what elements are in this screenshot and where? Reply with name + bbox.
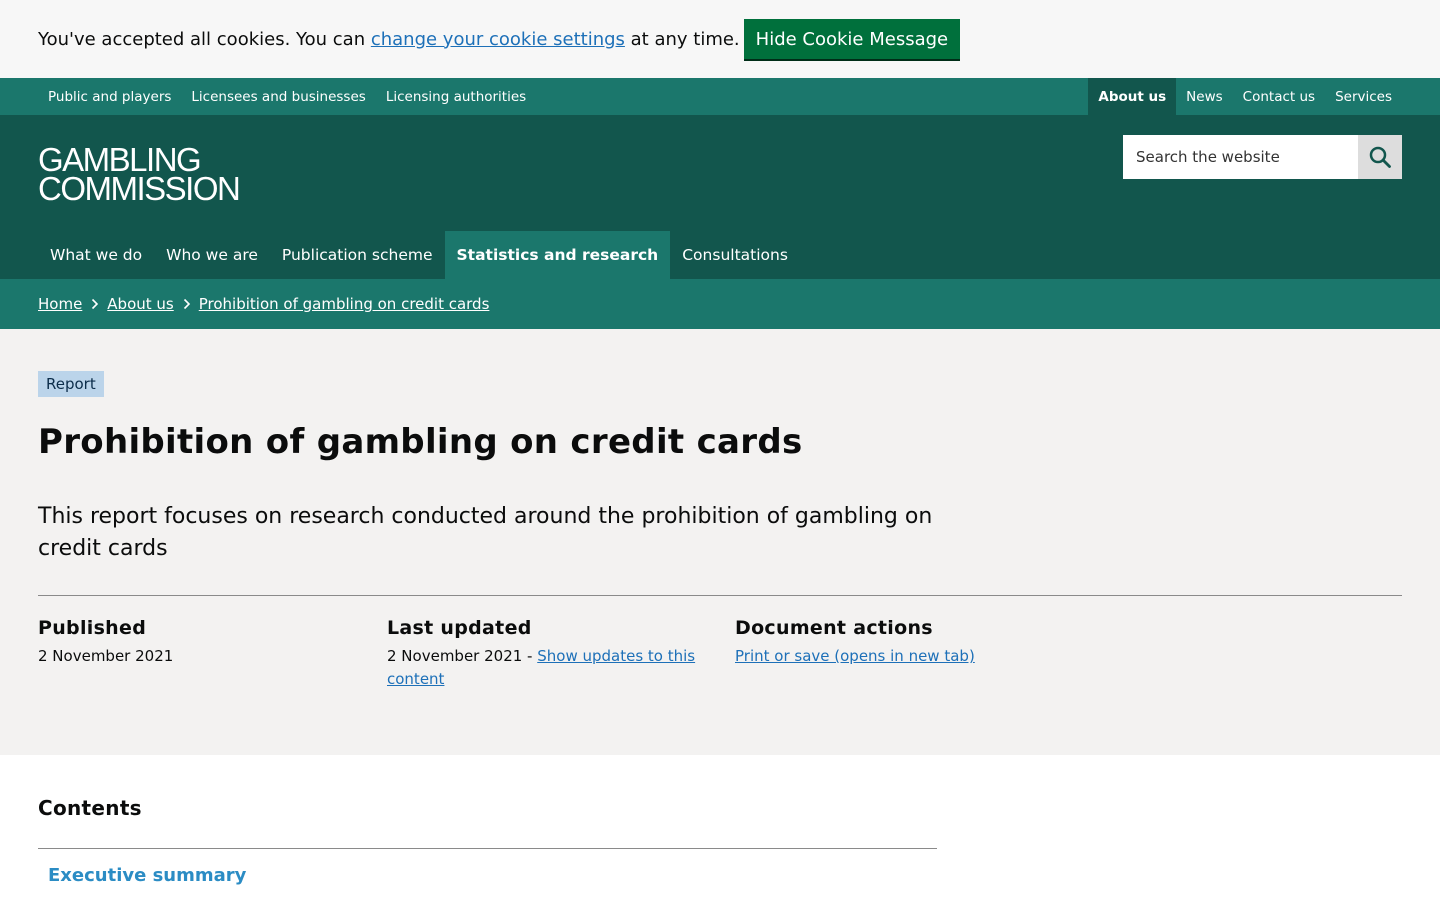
chevron-right-icon — [183, 298, 191, 310]
gambling-commission-logo[interactable]: GAMBLING COMMISSION — [38, 143, 241, 207]
page-title: Prohibition of gambling on credit cards — [38, 422, 803, 462]
main-nav: What we do Who we are Publication scheme… — [38, 231, 800, 279]
nav-consultations[interactable]: Consultations — [670, 231, 800, 279]
nav-statistics-and-research[interactable]: Statistics and research — [444, 231, 671, 279]
cookie-settings-link[interactable]: change your cookie settings — [371, 29, 625, 50]
utility-nav: Public and players Licensees and busines… — [0, 78, 1440, 115]
published-label: Published — [38, 617, 147, 639]
chevron-right-icon — [91, 298, 99, 310]
hide-cookie-message-button[interactable]: Hide Cookie Message — [743, 19, 961, 59]
last-updated-label: Last updated — [387, 617, 532, 639]
util-nav-services[interactable]: Services — [1325, 78, 1402, 115]
util-nav-public-and-players[interactable]: Public and players — [38, 78, 181, 115]
search-form — [1123, 135, 1402, 179]
meta-published: Published 2 November 2021 — [38, 617, 368, 668]
content-type-tag: Report — [38, 371, 104, 397]
nav-what-we-do[interactable]: What we do — [38, 231, 154, 279]
site-header: GAMBLING COMMISSION What we do Who we ar… — [0, 115, 1440, 279]
nav-publication-scheme[interactable]: Publication scheme — [270, 231, 445, 279]
util-nav-licensees-and-businesses[interactable]: Licensees and businesses — [181, 78, 375, 115]
util-nav-contact-us[interactable]: Contact us — [1233, 78, 1325, 115]
page-summary: This report focuses on research conducte… — [38, 504, 933, 561]
cookie-text-after: at any time. — [624, 28, 740, 50]
document-actions-label: Document actions — [735, 617, 933, 639]
cookie-text-before: You've accepted all cookies. You can — [38, 28, 371, 50]
cookie-message: You've accepted all cookies. You can cha… — [38, 29, 740, 50]
logo-line-2: COMMISSION — [38, 170, 241, 207]
meta-last-updated: Last updated 2 November 2021 - Show upda… — [387, 617, 707, 691]
last-updated-date: 2 November 2021 - — [387, 647, 538, 665]
nav-who-we-are[interactable]: Who we are — [154, 231, 270, 279]
contents-heading: Contents — [38, 796, 142, 820]
last-updated-text: 2 November 2021 - Show updates to this c… — [387, 645, 707, 691]
meta-document-actions: Document actions Print or save (opens in… — [735, 617, 1065, 668]
corporate-nav: About us News Contact us Services — [1088, 78, 1402, 115]
util-nav-about-us[interactable]: About us — [1088, 78, 1177, 115]
contents-section: Contents Executive summary — [0, 755, 1440, 900]
breadcrumb-about-us[interactable]: About us — [107, 295, 173, 313]
search-button[interactable] — [1358, 135, 1402, 179]
print-or-save-link[interactable]: Print or save (opens in new tab) — [735, 647, 975, 665]
search-input[interactable] — [1123, 135, 1358, 179]
hero-divider — [38, 595, 1402, 596]
cookie-banner: You've accepted all cookies. You can cha… — [0, 0, 1440, 78]
breadcrumb: Home About us Prohibition of gambling on… — [0, 279, 1440, 329]
contents-item-executive-summary[interactable]: Executive summary — [48, 865, 246, 886]
util-nav-news[interactable]: News — [1176, 78, 1232, 115]
util-nav-licensing-authorities[interactable]: Licensing authorities — [376, 78, 536, 115]
published-date: 2 November 2021 — [38, 647, 174, 665]
audience-nav: Public and players Licensees and busines… — [38, 78, 536, 115]
breadcrumb-current-page[interactable]: Prohibition of gambling on credit cards — [199, 295, 490, 313]
search-icon — [1369, 146, 1391, 168]
contents-divider — [38, 848, 937, 849]
breadcrumb-home[interactable]: Home — [38, 295, 82, 313]
page-hero: Report Prohibition of gambling on credit… — [0, 329, 1440, 755]
